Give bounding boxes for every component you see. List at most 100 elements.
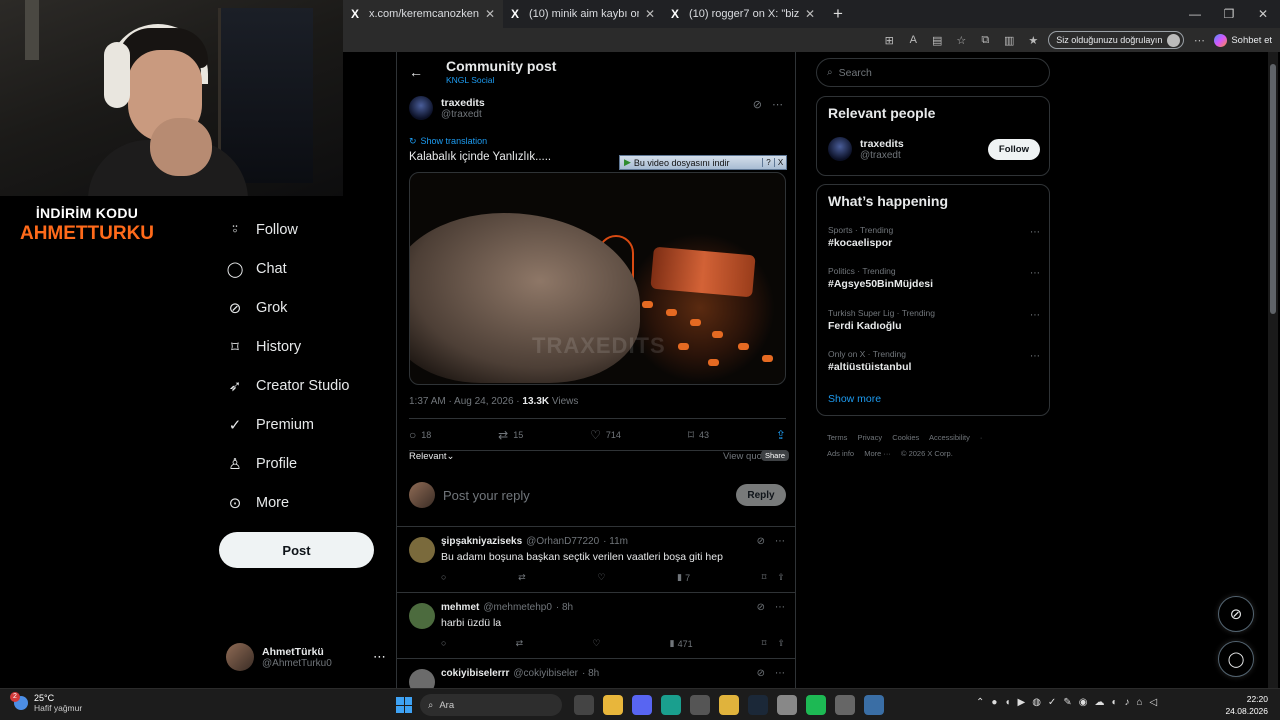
bookmark-icon[interactable]: ⌑ xyxy=(762,638,767,649)
file-explorer-icon[interactable] xyxy=(603,695,623,715)
relevant-person[interactable]: traxedits @traxedt Follow xyxy=(828,137,1040,161)
more-horizontal-icon[interactable]: ⋯ xyxy=(373,649,386,665)
tray-app-icon[interactable]: ◐ xyxy=(1111,697,1117,708)
footer-link-cookies[interactable]: Cookies xyxy=(892,433,919,442)
apps-icon[interactable]: ⊞ xyxy=(880,34,898,47)
heart-icon[interactable]: ♡ xyxy=(592,638,600,649)
account-switcher[interactable]: AhmetTürkü @AhmetTurku0 ⋯ xyxy=(226,640,386,674)
footer-link-accessibility[interactable]: Accessibility xyxy=(929,433,970,442)
reply-icon[interactable]: ○ xyxy=(441,638,446,649)
nav-item-history[interactable]: ⌑ History xyxy=(218,327,388,366)
share-button[interactable]: ⇪ xyxy=(776,428,786,442)
grok-icon[interactable]: ⊘ xyxy=(757,536,765,547)
scrollbar-thumb[interactable] xyxy=(1270,64,1276,314)
share-icon[interactable]: ⇪ xyxy=(777,572,785,583)
app-icon[interactable] xyxy=(864,695,884,715)
headset-icon[interactable]: ◖ xyxy=(1004,697,1010,708)
task-view-icon[interactable] xyxy=(574,695,594,715)
more-horizontal-icon[interactable]: ⋯ xyxy=(1030,310,1040,321)
messages-fab-button[interactable]: ◯ xyxy=(1218,641,1254,677)
view-quotes-link[interactable]: View quo xyxy=(723,451,762,462)
nav-item-profile[interactable]: ♙ Profile xyxy=(218,444,388,483)
reply-item[interactable]: mehmet @mehmetehp0 · 8h ⊘ ⋯ harbi üzdü l… xyxy=(397,593,795,659)
steam-icon[interactable] xyxy=(748,695,768,715)
maximize-icon[interactable]: ❐ xyxy=(1212,7,1246,21)
app-icon[interactable] xyxy=(835,695,855,715)
page-scrollbar[interactable] xyxy=(1268,52,1278,688)
trend-item[interactable]: Politics · Trending #Agsye50BinMüjdesi ⋯ xyxy=(828,266,1040,290)
search-input[interactable] xyxy=(838,66,1019,79)
tray-app-icon[interactable]: ✎ xyxy=(1063,697,1071,708)
close-icon[interactable]: ✕ xyxy=(805,7,815,21)
close-icon[interactable]: ✕ xyxy=(645,7,655,21)
reply-sort-dropdown[interactable]: Relevant⌄ xyxy=(409,451,454,462)
new-tab-button[interactable]: + xyxy=(823,4,853,24)
heart-icon[interactable]: ♡ xyxy=(597,572,605,583)
follow-button[interactable]: Follow xyxy=(987,138,1040,160)
more-horizontal-icon[interactable]: ⋯ xyxy=(772,98,783,111)
tray-app-icon[interactable]: ◉ xyxy=(1079,697,1088,708)
download-video-button[interactable]: ▶ Bu video dosyasını indir xyxy=(620,157,762,168)
bookmark-button[interactable]: ⌑ 43 xyxy=(688,428,709,442)
more-horizontal-icon[interactable]: ⋯ xyxy=(775,668,785,679)
trend-item[interactable]: Only on X · Trending #altiüstüistanbul ⋯ xyxy=(828,349,1040,373)
reply-item[interactable]: şipşakniyaziseks @OrhanD77220 · 11m ⊘ ⋯ … xyxy=(397,527,795,593)
app-icon[interactable] xyxy=(690,695,710,715)
trend-item[interactable]: Sports · Trending #kocaelispor ⋯ xyxy=(828,225,1040,249)
cloud-icon[interactable]: ☁ xyxy=(1094,697,1104,708)
window-close-icon[interactable]: ✕ xyxy=(1246,7,1280,21)
tray-app-icon[interactable]: ✓ xyxy=(1048,697,1056,708)
show-more-link[interactable]: Show more xyxy=(828,393,881,405)
spotify-icon[interactable] xyxy=(806,695,826,715)
show-translation-link[interactable]: ↻ Show translation xyxy=(409,136,487,147)
taskbar-search[interactable]: ⌕ Ara xyxy=(420,694,562,716)
reply-button[interactable]: ○ 18 xyxy=(409,428,431,442)
chevron-up-icon[interactable]: ⌃ xyxy=(976,697,984,708)
more-horizontal-icon[interactable]: ⋯ xyxy=(775,536,785,547)
nav-item-grok[interactable]: ⊘ Grok xyxy=(218,288,388,327)
bookmark-icon[interactable]: ⌑ xyxy=(762,572,767,583)
grok-fab-button[interactable]: ⊘ xyxy=(1218,596,1254,632)
volume-icon[interactable]: ◁ xyxy=(1150,697,1158,708)
system-clock[interactable]: 22:20 24.08.2026 xyxy=(1225,693,1268,717)
repost-icon[interactable]: ⇄ xyxy=(518,572,526,583)
windows-start-icon[interactable] xyxy=(396,697,412,713)
footer-link-terms[interactable]: Terms xyxy=(827,433,847,442)
favorites-icon[interactable]: ★ xyxy=(1024,34,1042,47)
network-icon[interactable]: ⌂ xyxy=(1136,697,1142,708)
reader-icon[interactable]: ▤ xyxy=(928,34,946,47)
views-button[interactable]: ▮ 471 xyxy=(670,638,693,649)
edge-icon[interactable] xyxy=(661,695,681,715)
repost-icon[interactable]: ⇄ xyxy=(516,638,524,649)
video-download-bar[interactable]: ▶ Bu video dosyasını indir ? X xyxy=(619,155,787,170)
footer-link-ads-info[interactable]: Ads info xyxy=(827,449,854,458)
favorite-star-icon[interactable]: ☆ xyxy=(952,34,970,47)
reply-item[interactable]: cokiyibiselerrr @cokiyibiseler · 8h ⊘ ⋯ xyxy=(397,659,795,688)
help-icon[interactable]: ? xyxy=(762,158,774,167)
close-icon[interactable]: ✕ xyxy=(485,7,495,21)
tray-app-icon[interactable]: ◍ xyxy=(1032,697,1041,708)
more-horizontal-icon[interactable]: ⋯ xyxy=(1030,227,1040,238)
tray-app-icon[interactable]: ● xyxy=(991,697,997,708)
trend-item[interactable]: Turkish Super Lig · Trending Ferdi Kadıo… xyxy=(828,308,1040,332)
repost-button[interactable]: ⇄ 15 xyxy=(498,428,523,442)
play-icon[interactable]: ▶ xyxy=(1017,697,1025,708)
weather-widget[interactable]: 2 25°C Hafif yağmur xyxy=(10,692,82,713)
chrome-icon[interactable] xyxy=(719,695,739,715)
minimize-icon[interactable]: — xyxy=(1178,7,1212,21)
profile-verify-button[interactable]: Siz olduğunuzu doğrulayın xyxy=(1048,31,1185,49)
extensions-icon[interactable]: ⧉ xyxy=(976,34,994,47)
footer-link-more[interactable]: More ··· xyxy=(864,449,891,458)
reply-author-name[interactable]: mehmet xyxy=(441,602,479,613)
browser-tab-1[interactable]: X x.com/keremcanozkenar/status/20 ✕ xyxy=(343,0,503,28)
nav-item-chat[interactable]: ◯ Chat xyxy=(218,249,388,288)
more-horizontal-icon[interactable]: ⋯ xyxy=(775,602,785,613)
search-box[interactable]: ⌕ xyxy=(816,58,1050,87)
post-button[interactable]: Post xyxy=(219,532,374,568)
reply-icon[interactable]: ○ xyxy=(441,572,446,583)
grok-icon[interactable]: ⊘ xyxy=(753,98,762,111)
reply-author-name[interactable]: cokiyibiselerrr xyxy=(441,668,509,679)
browser-tab-2[interactable]: X (10) minik aim kaybı on X: "Aslan a ✕ xyxy=(503,0,663,28)
close-icon[interactable]: X xyxy=(774,158,786,167)
reply-input[interactable]: Post your reply xyxy=(443,488,728,503)
